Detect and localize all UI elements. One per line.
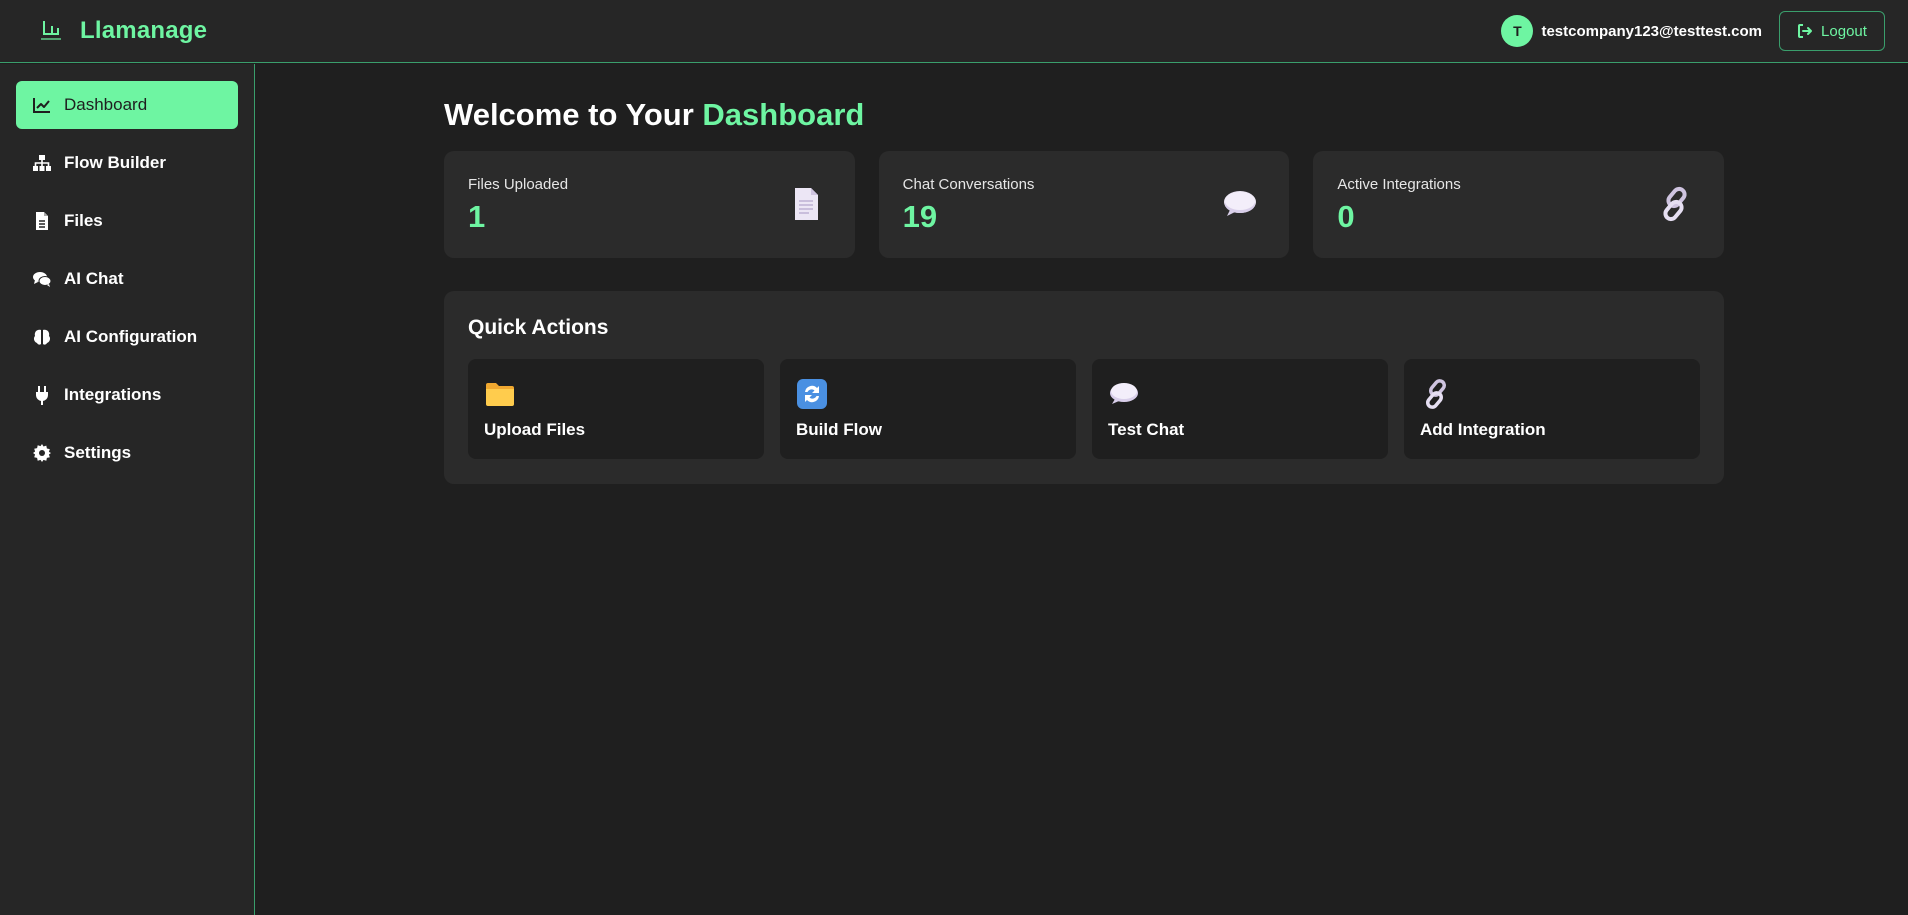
sidebar-item-label: Settings xyxy=(64,443,132,462)
stat-card-active-integrations: Active Integrations 0 xyxy=(1313,151,1725,258)
page-title: Welcome to Your Dashboard xyxy=(444,99,1724,130)
sidebar-item-ai-chat[interactable]: AI Chat xyxy=(16,255,238,303)
stats-row: Files Uploaded 1 Chat Conversations 19 A… xyxy=(444,151,1725,258)
sign-out-icon xyxy=(1798,24,1813,38)
sidebar-item-flow-builder[interactable]: Flow Builder xyxy=(16,139,238,187)
sidebar-item-label: AI Configuration xyxy=(64,327,198,346)
welcome-prefix: Welcome to Your xyxy=(444,97,694,132)
main-content: Welcome to Your Dashboard Files Uploaded… xyxy=(444,64,1725,484)
logo-icon xyxy=(41,21,61,40)
refresh-icon xyxy=(797,379,827,409)
quick-action-build-flow[interactable]: Build Flow xyxy=(780,359,1076,459)
sidebar-item-label: Integrations xyxy=(64,385,162,404)
speech-bubble-icon xyxy=(1110,383,1138,404)
app-name: Llamanage xyxy=(80,17,208,44)
quick-actions-title: Quick Actions xyxy=(468,316,609,339)
logout-label: Logout xyxy=(1821,22,1867,40)
quick-action-label: Upload Files xyxy=(484,420,586,439)
sidebar-item-label: AI Chat xyxy=(64,269,124,288)
sitemap-icon xyxy=(32,153,52,173)
quick-action-upload-files[interactable]: Upload Files xyxy=(468,359,764,459)
folder-icon xyxy=(486,383,514,406)
sidebar-item-label: Files xyxy=(64,211,103,230)
stat-value: 1 xyxy=(468,199,486,234)
sidebar-item-label: Dashboard xyxy=(64,95,148,114)
top-header: Llamanage T testcompany123@testtest.com … xyxy=(0,0,1908,63)
brain-icon xyxy=(32,327,52,347)
avatar[interactable]: T xyxy=(1501,15,1534,47)
sidebar-item-settings[interactable]: Settings xyxy=(16,429,238,477)
welcome-accent: Dashboard xyxy=(702,97,865,132)
quick-actions-grid: Upload Files Build Flow Test Chat Add In… xyxy=(468,359,1700,459)
chart-line-icon xyxy=(32,95,52,115)
sidebar: Dashboard Flow Builder Files AI Chat AI … xyxy=(0,64,255,915)
quick-action-label: Build Flow xyxy=(796,420,882,439)
plug-icon xyxy=(32,385,52,405)
stat-value: 19 xyxy=(902,199,938,234)
brand[interactable]: Llamanage xyxy=(38,17,207,45)
quick-action-add-integration[interactable]: Add Integration xyxy=(1404,359,1700,459)
speech-bubble-icon xyxy=(1224,191,1257,216)
quick-action-test-chat[interactable]: Test Chat xyxy=(1092,359,1388,459)
sidebar-item-integrations[interactable]: Integrations xyxy=(16,371,238,419)
file-icon xyxy=(32,211,52,231)
stat-label: Files Uploaded xyxy=(468,176,569,193)
sidebar-item-ai-configuration[interactable]: AI Configuration xyxy=(16,313,238,361)
stat-label: Chat Conversations xyxy=(902,176,1035,193)
sidebar-item-files[interactable]: Files xyxy=(16,197,238,245)
stat-label: Active Integrations xyxy=(1337,176,1461,193)
stat-card-files-uploaded: Files Uploaded 1 xyxy=(444,151,855,258)
sidebar-item-dashboard[interactable]: Dashboard xyxy=(16,81,238,129)
sidebar-item-label: Flow Builder xyxy=(64,153,166,172)
stat-card-chat-conversations: Chat Conversations 19 xyxy=(878,151,1290,258)
stat-value: 0 xyxy=(1337,199,1355,234)
quick-actions-panel: Quick Actions Upload Files Build Flow Te… xyxy=(444,291,1724,484)
comments-icon xyxy=(32,269,52,289)
user-email: testcompany123@testtest.com xyxy=(1541,22,1762,40)
gear-icon xyxy=(32,443,52,463)
quick-action-label: Add Integration xyxy=(1420,420,1546,439)
link-icon xyxy=(1426,379,1446,409)
link-icon xyxy=(1663,186,1687,222)
quick-action-label: Test Chat xyxy=(1108,420,1185,439)
document-icon xyxy=(794,188,818,220)
logout-button[interactable]: Logout xyxy=(1779,11,1885,51)
user-area: T testcompany123@testtest.com Logout xyxy=(1501,11,1885,51)
